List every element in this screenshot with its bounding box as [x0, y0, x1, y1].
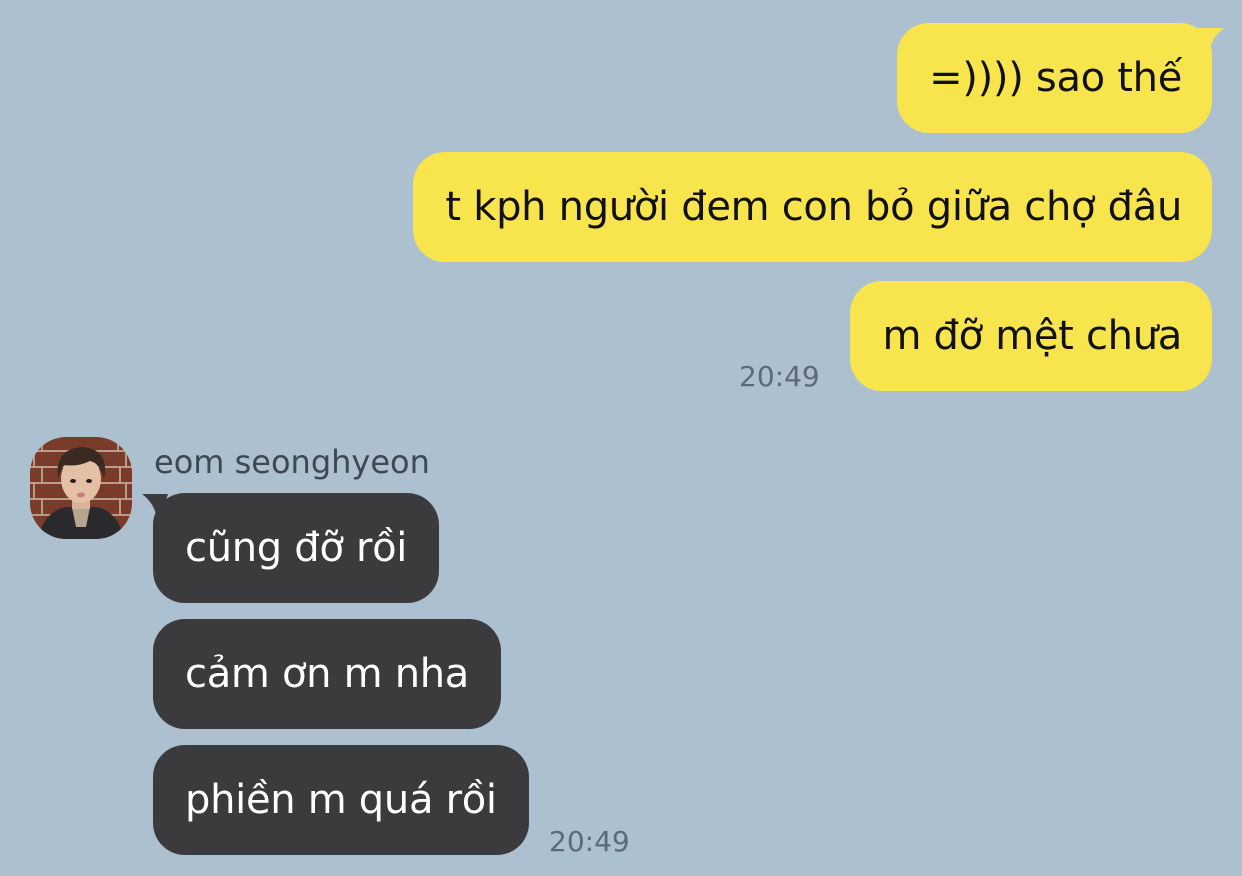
sender-avatar[interactable] — [30, 437, 132, 539]
profile-photo-icon — [30, 437, 132, 539]
incoming-message-bubble[interactable]: cảm ơn m nha — [153, 619, 502, 729]
incoming-message-bubble[interactable]: phiền m quá rồi — [153, 745, 529, 855]
message-text: cảm ơn m nha — [185, 651, 470, 697]
incoming-message-bubble[interactable]: cũng đỡ rồi — [153, 493, 440, 603]
message-text: m đỡ mệt chưa — [882, 313, 1182, 359]
message-text: phiền m quá rồi — [185, 777, 497, 823]
outgoing-timestamp: 20:49 — [739, 360, 820, 393]
outgoing-message-bubble[interactable]: m đỡ mệt chưa — [850, 281, 1212, 391]
message-text: =)))) sao thế — [929, 55, 1182, 101]
message-text: cũng đỡ rồi — [185, 525, 408, 571]
incoming-timestamp: 20:49 — [549, 825, 630, 858]
sender-name[interactable]: eom seonghyeon — [154, 442, 430, 482]
message-text: t kph người đem con bỏ giữa chợ đâu — [445, 184, 1182, 230]
outgoing-message-bubble[interactable]: t kph người đem con bỏ giữa chợ đâu — [413, 152, 1212, 262]
outgoing-message-bubble[interactable]: =)))) sao thế — [897, 23, 1212, 133]
